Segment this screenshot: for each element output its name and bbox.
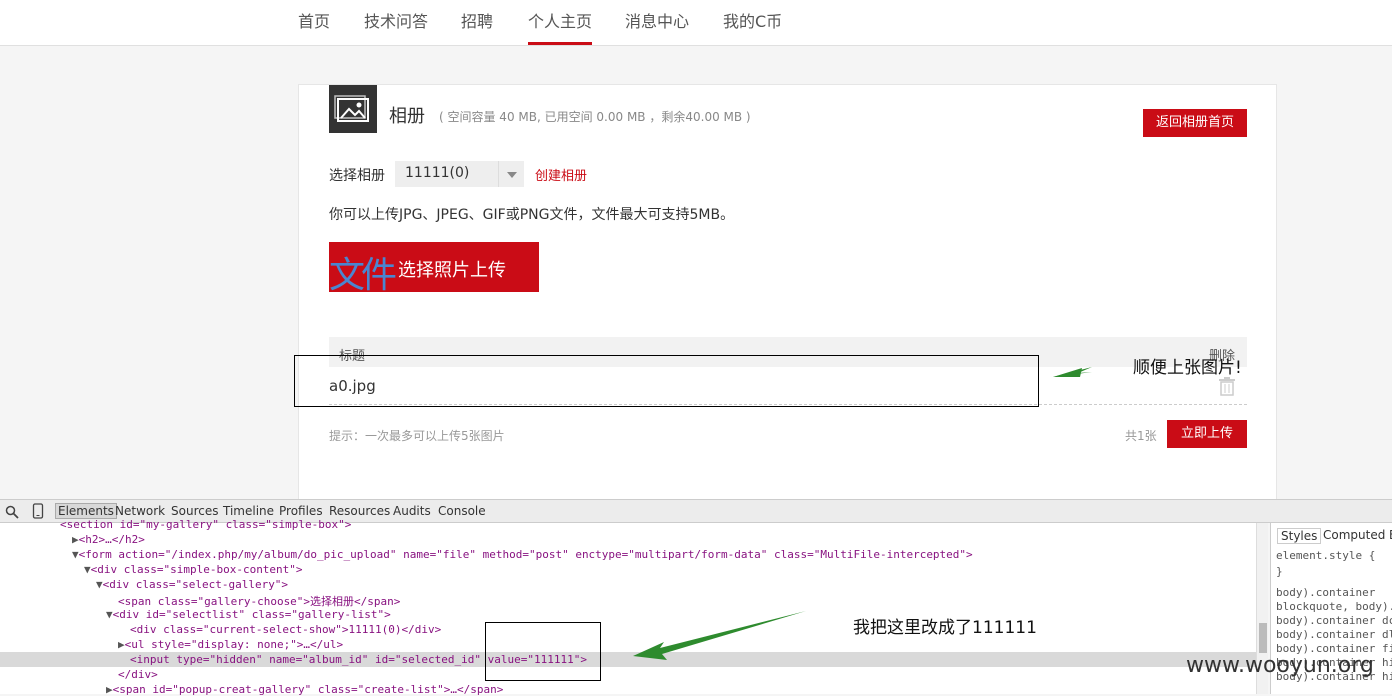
back-to-album-home-button[interactable]: 返回相册首页 xyxy=(1143,109,1247,137)
album-select-value: 11111(0) xyxy=(405,165,470,181)
side-tab-styles[interactable]: Styles xyxy=(1277,528,1322,544)
upload-now-button[interactable]: 立即上传 xyxy=(1167,420,1247,448)
upload-description: 你可以上传JPG、JPEG、GIF或PNG文件，文件最大可支持5MB。 xyxy=(329,207,735,223)
devtools-tab-network[interactable]: Network xyxy=(115,504,165,518)
devtools-tab-resources[interactable]: Resources xyxy=(329,504,390,518)
album-title: 相册 xyxy=(389,106,425,127)
dom-line[interactable]: ▶<h2>…</h2> xyxy=(72,533,145,546)
nav-jobs[interactable]: 招聘 xyxy=(461,8,493,32)
devtools-tab-profiles[interactable]: Profiles xyxy=(279,504,323,518)
scrollbar-thumb[interactable] xyxy=(1259,623,1267,653)
style-line: body).container dc xyxy=(1276,614,1392,627)
annotation-bottom-text: 我把这里改成了111111 xyxy=(853,618,1037,638)
annotation-box-file xyxy=(294,355,1039,407)
dom-line[interactable]: ▶<span id="popup-creat-gallery" class="c… xyxy=(106,683,503,696)
dom-line[interactable]: ▼<form action="/index.php/my/album/do_pi… xyxy=(72,548,973,561)
dom-line[interactable]: <span class="gallery-choose">选择相册</span> xyxy=(118,593,400,609)
devtools-tab-sources[interactable]: Sources xyxy=(171,504,218,518)
nav-coins[interactable]: 我的C币 xyxy=(723,8,782,32)
file-input-glyph: 文件 xyxy=(329,255,397,292)
device-mode-icon[interactable] xyxy=(32,503,44,523)
dom-line[interactable]: ▼<div class="select-gallery"> xyxy=(96,578,288,591)
upload-hint: 提示：一次最多可以上传5张图片 xyxy=(329,429,505,443)
annotation-top-text: 顺便上张图片! xyxy=(1133,358,1242,378)
select-album-label: 选择相册 xyxy=(329,168,385,184)
search-icon[interactable] xyxy=(5,504,19,523)
style-line: blockquote, body). xyxy=(1276,600,1392,613)
trash-icon[interactable] xyxy=(1217,376,1237,396)
choose-photo-upload-label: 选择照片上传 xyxy=(398,260,506,281)
nav-home[interactable]: 首页 xyxy=(298,8,330,32)
devtools-tab-timeline[interactable]: Timeline xyxy=(223,504,274,518)
nav-profile[interactable]: 个人主页 xyxy=(528,8,592,32)
style-line: element.style { xyxy=(1276,549,1376,562)
file-count: 共1张 xyxy=(1125,429,1157,443)
dom-line[interactable]: <section id="my-gallery" class="simple-b… xyxy=(60,518,351,531)
devtools-tab-elements[interactable]: Elements xyxy=(55,503,117,519)
style-line: } xyxy=(1276,565,1283,578)
chevron-down-icon[interactable] xyxy=(498,161,524,187)
devtools-tab-audits[interactable]: Audits xyxy=(393,504,431,518)
style-line: body).container dl xyxy=(1276,628,1392,641)
dom-line[interactable]: ▼<div class="simple-box-content"> xyxy=(84,563,303,576)
top-nav: 首页 技术问答 招聘 个人主页 消息中心 我的C币 xyxy=(0,0,1392,46)
dom-line[interactable]: ▼<div id="selectlist" class="gallery-lis… xyxy=(106,608,391,621)
watermark: www.wooyun.org xyxy=(1186,653,1374,678)
album-icon xyxy=(329,85,377,133)
create-album-link[interactable]: 创建相册 xyxy=(535,165,587,184)
dom-line[interactable]: </div> xyxy=(118,668,158,681)
nav-messages[interactable]: 消息中心 xyxy=(625,8,689,32)
album-capacity-note: ( 空间容量 40 MB, 已用空间 0.00 MB ，剩余40.00 MB ) xyxy=(439,110,751,124)
devtools-tab-console[interactable]: Console xyxy=(438,504,486,518)
choose-photo-upload-button[interactable]: 文件 选择照片上传 xyxy=(329,242,539,292)
style-line: body).container xyxy=(1276,586,1376,599)
nav-active-indicator xyxy=(528,42,592,45)
annotation-box-value xyxy=(485,622,601,681)
dom-line[interactable]: <div class="current-select-show">11111(0… xyxy=(130,623,441,636)
nav-qa[interactable]: 技术问答 xyxy=(364,8,428,32)
side-tab-computed[interactable]: Computed xyxy=(1323,528,1385,542)
dom-line[interactable]: ▶<ul style="display: none;">…</ul> xyxy=(118,638,343,651)
album-select[interactable]: 11111(0) xyxy=(395,161,524,187)
